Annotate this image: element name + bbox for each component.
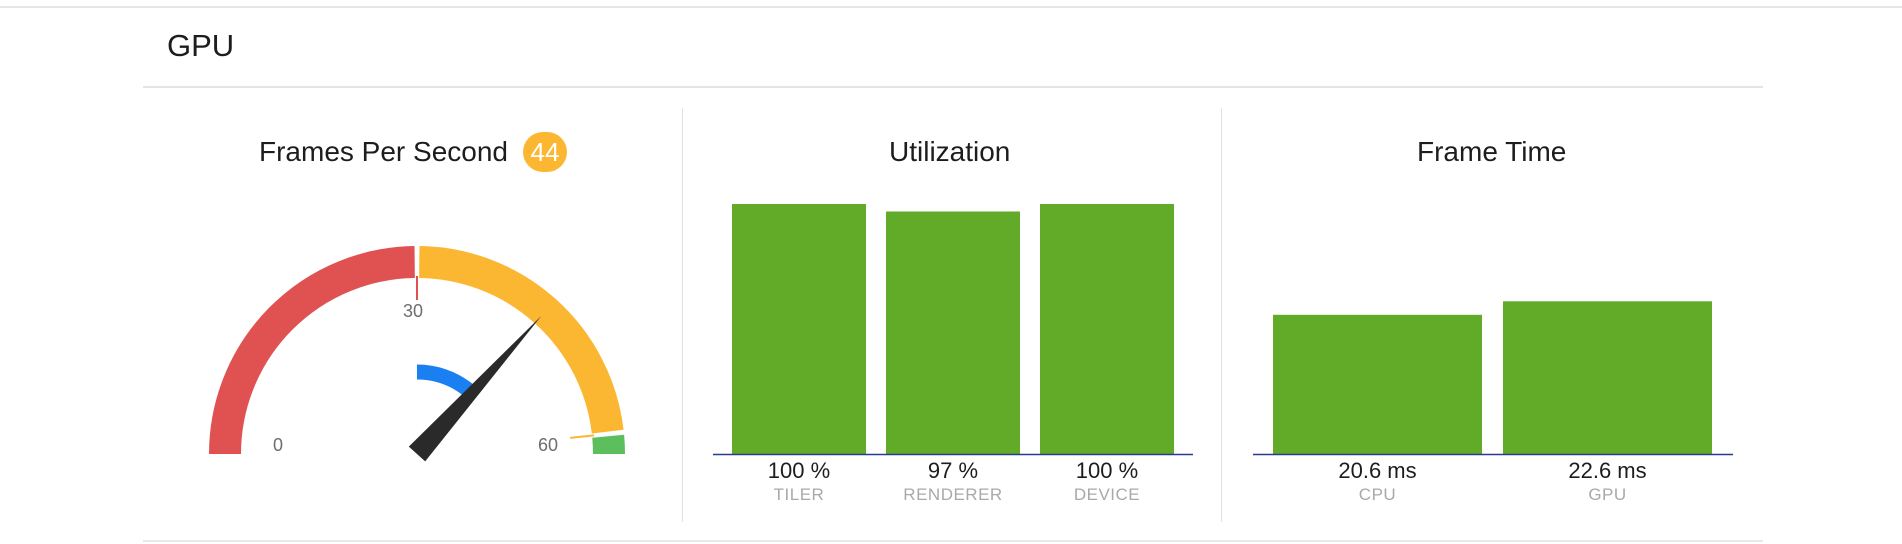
bar — [1273, 314, 1482, 454]
bar — [886, 211, 1020, 454]
bar-category-label: DEVICE — [1073, 485, 1141, 504]
bar-category-label: CPU — [1358, 485, 1397, 504]
bar-value-label: 22.6 ms — [1568, 458, 1647, 483]
bar-value-label: 100 % — [767, 458, 831, 483]
bar-value-label: 20.6 ms — [1338, 458, 1417, 483]
bar-category-label: GPU — [1588, 485, 1627, 504]
bar — [1040, 204, 1174, 454]
bar — [732, 204, 866, 454]
bar-category-label: TILER — [773, 485, 825, 504]
bar-value-label: 97 % — [927, 458, 979, 483]
bar — [1503, 301, 1712, 454]
bar-category-label: RENDERER — [903, 485, 1003, 504]
bar-value-label: 100 % — [1075, 458, 1139, 483]
